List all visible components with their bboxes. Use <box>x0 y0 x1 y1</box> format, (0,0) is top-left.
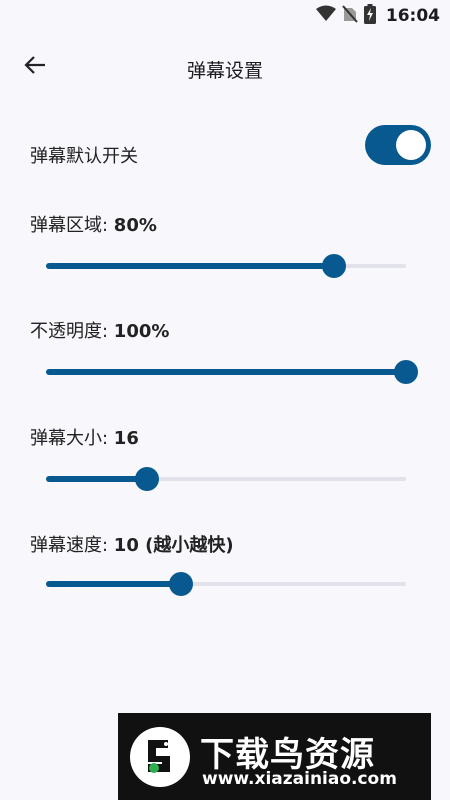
toggle-knob <box>396 130 426 160</box>
bird-logo-icon <box>130 727 190 787</box>
app-header: 弹幕设置 <box>0 44 450 90</box>
danmaku-default-toggle[interactable] <box>365 125 431 165</box>
area-value: 80% <box>113 215 157 236</box>
status-icons: 16:04 <box>315 4 440 28</box>
slider-fill <box>46 476 147 482</box>
opacity-label: 不透明度: 100% <box>30 317 169 343</box>
status-time: 16:04 <box>385 6 440 26</box>
battery-charging-icon <box>363 4 376 28</box>
watermark-url: www.xiazainiao.com <box>202 769 397 789</box>
watermark: 下载鸟资源 www.xiazainiao.com <box>118 713 431 800</box>
opacity-value: 100% <box>113 321 170 342</box>
size-label-text: 弹幕大小: <box>30 428 114 449</box>
slider-fill <box>46 263 334 269</box>
status-bar: 16:04 <box>0 0 450 32</box>
slider-thumb[interactable] <box>169 572 193 596</box>
size-slider[interactable] <box>46 467 406 491</box>
area-label-text: 弹幕区域: <box>30 215 114 236</box>
speed-value: 10 (越小越快) <box>113 535 234 556</box>
slider-thumb[interactable] <box>135 467 159 491</box>
no-sim-icon <box>342 5 358 27</box>
area-label: 弹幕区域: 80% <box>30 211 157 237</box>
wifi-icon <box>315 5 336 27</box>
slider-thumb[interactable] <box>394 360 418 384</box>
speed-label: 弹幕速度: 10 (越小越快) <box>30 531 234 557</box>
slider-fill <box>46 369 406 375</box>
toggle-label: 弹幕默认开关 <box>30 146 138 167</box>
slider-thumb[interactable] <box>322 254 346 278</box>
page-title: 弹幕设置 <box>186 60 263 82</box>
size-value: 16 <box>113 428 139 449</box>
size-label: 弹幕大小: 16 <box>30 424 139 450</box>
speed-label-text: 弹幕速度: <box>30 535 114 556</box>
slider-fill <box>46 581 181 587</box>
area-slider[interactable] <box>46 254 406 278</box>
opacity-slider[interactable] <box>46 360 418 384</box>
opacity-label-text: 不透明度: <box>30 321 114 342</box>
speed-slider[interactable] <box>46 572 406 596</box>
